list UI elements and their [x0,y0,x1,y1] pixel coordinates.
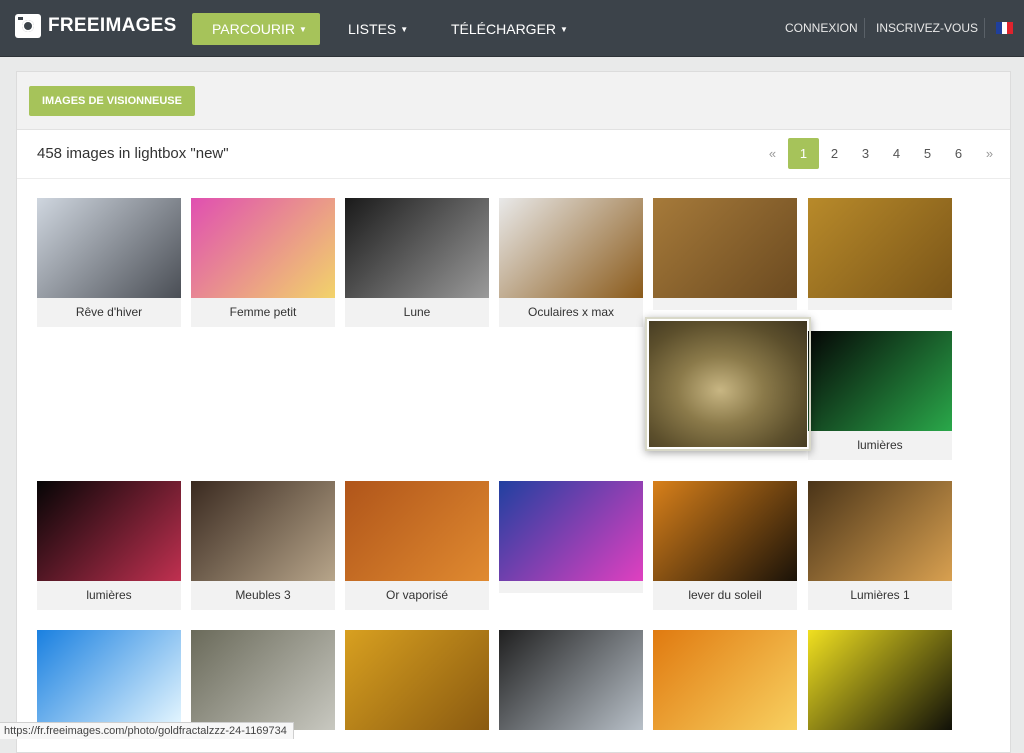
thumbnail-card[interactable] [37,630,181,730]
pagination-page[interactable]: 2 [819,138,850,169]
thumbnail-image[interactable] [653,481,797,581]
thumbnail-card[interactable]: Or vaporisé [345,481,489,610]
thumbnail-caption: Lune [345,298,489,327]
signup-link[interactable]: INSCRIVEZ-VOUS [876,21,978,35]
thumbnail-image[interactable] [499,198,643,298]
viewer-images-button[interactable]: IMAGES DE VISIONNEUSE [29,86,195,116]
thumbnail-image[interactable] [653,630,797,730]
pagination: « 1 2 3 4 5 6 » [757,138,1005,169]
thumbnail-image[interactable] [808,481,952,581]
thumbnail-card[interactable]: Lumières 1 [808,481,952,610]
pagination-next[interactable]: » [974,138,1005,169]
thumbnail-image[interactable] [499,481,643,581]
french-flag-icon[interactable] [996,22,1014,34]
pagination-page[interactable]: 4 [881,138,912,169]
thumbnail-card[interactable]: Meubles 3 [191,481,335,610]
thumbnail-card[interactable]: lumières [37,481,181,610]
image-count: 458 images in lightbox "new" [37,145,229,162]
nav-download[interactable]: TÉLÉCHARGER ▼ [431,13,588,45]
thumbnail-card[interactable]: Femme petit [191,198,335,327]
nav-browse[interactable]: PARCOURIR ▼ [192,13,320,45]
thumbnail-caption: lumières [37,581,181,610]
thumbnail-image[interactable] [37,198,181,298]
thumbnail-caption: Rêve d'hiver [37,298,181,327]
thumbnail-image[interactable] [191,198,335,298]
thumbnail-card[interactable] [808,630,952,730]
panel-header: IMAGES DE VISIONNEUSE [17,72,1010,130]
pagination-page[interactable]: 6 [943,138,974,169]
thumbnail-card[interactable] [653,198,797,310]
thumbnail-card[interactable]: Lune [345,198,489,327]
thumbnail-card[interactable]: lever du soleil [653,481,797,610]
thumbnail-card[interactable] [499,481,643,593]
thumbnail-image[interactable] [345,481,489,581]
thumbnail-image[interactable] [653,198,797,298]
pagination-page[interactable]: 5 [912,138,943,169]
thumbnail-card[interactable] [808,198,952,310]
thumbnail-caption: Meubles 3 [191,581,335,610]
caret-down-icon: ▼ [298,25,307,35]
thumbnail-caption: Lumières 1 [808,581,952,610]
thumbnail-image[interactable] [808,198,952,298]
hover-preview[interactable] [645,317,811,451]
lightbox-subheader: 458 images in lightbox "new" « 1 2 3 4 5… [17,130,1010,179]
brand-logo[interactable]: FREEIMAGES [15,14,177,38]
login-link[interactable]: CONNEXION [785,21,858,35]
thumbnail-caption: lumières [808,431,952,460]
nav-download-label: TÉLÉCHARGER [451,21,557,37]
thumbnail-caption: Oculaires x max [499,298,643,327]
thumbnail-image[interactable] [345,630,489,730]
thumbnail-card[interactable] [191,630,335,730]
thumbnail-caption: Or vaporisé [345,581,489,610]
nav-browse-label: PARCOURIR [212,21,295,37]
nav-lists-label: LISTES [348,21,397,37]
thumbnail-caption [808,298,952,310]
thumbnail-image[interactable] [37,481,181,581]
pagination-page[interactable]: 3 [850,138,881,169]
thumbnail-image[interactable] [191,481,335,581]
pagination-prev[interactable]: « [757,138,788,169]
caret-down-icon: ▼ [400,25,409,35]
thumbnail-image[interactable] [37,630,181,730]
brand-name: FREEIMAGES [48,15,177,36]
nav-lists[interactable]: LISTES ▼ [328,13,428,45]
thumbnail-card[interactable] [653,630,797,730]
caret-down-icon: ▼ [560,25,568,35]
thumbnail-image[interactable] [191,630,335,730]
thumbnail-caption: lever du soleil [653,581,797,610]
thumbnail-caption [499,581,643,593]
thumbnail-card[interactable] [499,630,643,730]
thumbnail-caption: Femme petit [191,298,335,327]
nav-divider [864,18,865,38]
camera-icon [15,14,41,38]
pagination-page[interactable]: 1 [788,138,819,169]
thumbnail-image[interactable] [808,331,952,431]
thumbnail-image[interactable] [499,630,643,730]
thumbnail-card[interactable]: Rêve d'hiver [37,198,181,327]
hover-preview-image[interactable] [649,321,807,447]
thumbnail-card[interactable]: Oculaires x max [499,198,643,327]
thumbnail-image[interactable] [808,630,952,730]
status-bar-url: https://fr.freeimages.com/photo/goldfrac… [0,722,294,739]
thumbnail-caption [653,298,797,310]
nav-divider [984,18,985,38]
thumbnail-card[interactable]: lumières [808,331,952,460]
thumbnail-image[interactable] [345,198,489,298]
top-navbar: FREEIMAGES PARCOURIR ▼ LISTES ▼ TÉLÉCHARGE… [0,0,1024,57]
thumbnail-card[interactable] [345,630,489,730]
